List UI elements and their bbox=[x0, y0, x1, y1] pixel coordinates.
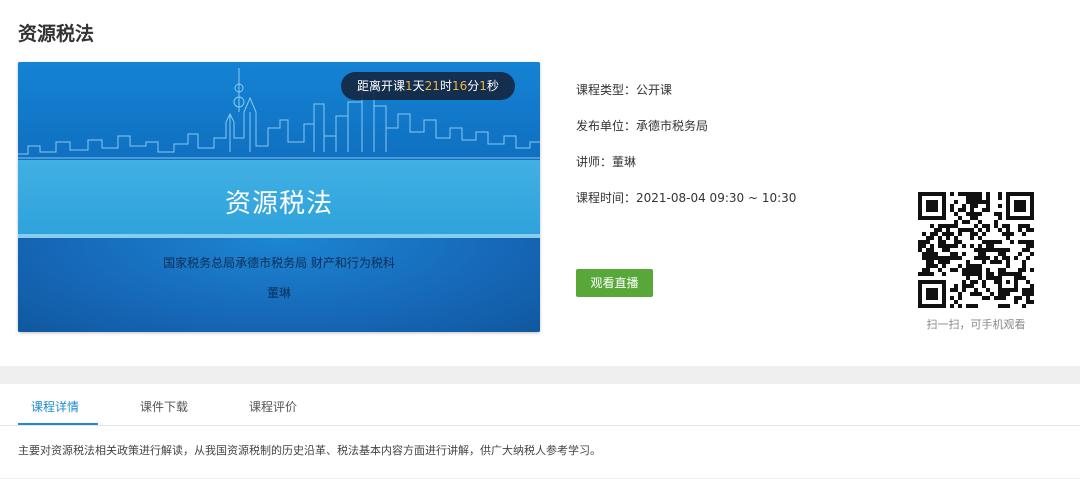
countdown-seconds-unit: 秒 bbox=[486, 79, 499, 93]
banner-lecturer: 董琳 bbox=[266, 286, 291, 300]
course-description: 主要对资源税法相关政策进行解读，从我国资源税制的历史沿革、税法基本内容方面进行讲… bbox=[18, 444, 601, 457]
countdown-minutes-unit: 分 bbox=[467, 79, 480, 93]
course-banner[interactable]: 资源税法 国家税务总局承德市税务局 财产和行为税科 董琳 距离开课1天21时16… bbox=[18, 62, 540, 332]
countdown-hours: 21 bbox=[424, 79, 440, 93]
countdown-badge: 距离开课1天21时16分1秒 bbox=[341, 72, 515, 100]
countdown-seconds: 1 bbox=[479, 79, 487, 93]
countdown-hours-unit: 时 bbox=[439, 79, 452, 93]
watch-live-button[interactable]: 观看直播 bbox=[576, 269, 653, 297]
course-time: 课程时间：2021-08-04 09:30 ~ 10:30 bbox=[576, 191, 797, 205]
countdown-days-unit: 天 bbox=[412, 79, 425, 93]
course-lecturer: 讲师：董琳 bbox=[576, 155, 637, 169]
banner-title: 资源税法 bbox=[224, 189, 333, 219]
countdown-prefix: 距离开课 bbox=[357, 79, 406, 93]
banner-organization: 国家税务总局承德市税务局 财产和行为税科 bbox=[163, 256, 395, 270]
section-separator bbox=[0, 366, 1080, 384]
tab-course-review[interactable]: 课程评价 bbox=[249, 398, 297, 415]
active-tab-indicator bbox=[18, 423, 98, 425]
tab-course-details[interactable]: 课程详情 bbox=[31, 398, 79, 415]
course-tabs: 课程详情 课件下载 课程评价 bbox=[0, 384, 1080, 426]
qr-code-icon bbox=[918, 192, 1034, 308]
bottom-divider bbox=[0, 478, 1080, 479]
countdown-days: 1 bbox=[405, 79, 413, 93]
course-type: 课程类型：公开课 bbox=[576, 83, 673, 97]
page-title: 资源税法 bbox=[18, 23, 95, 45]
tab-courseware-download[interactable]: 课件下载 bbox=[140, 398, 188, 415]
qr-caption: 扫一扫，可手机观看 bbox=[926, 318, 1026, 331]
publishing-unit: 发布单位：承德市税务局 bbox=[576, 119, 709, 133]
countdown-minutes: 16 bbox=[451, 79, 468, 93]
